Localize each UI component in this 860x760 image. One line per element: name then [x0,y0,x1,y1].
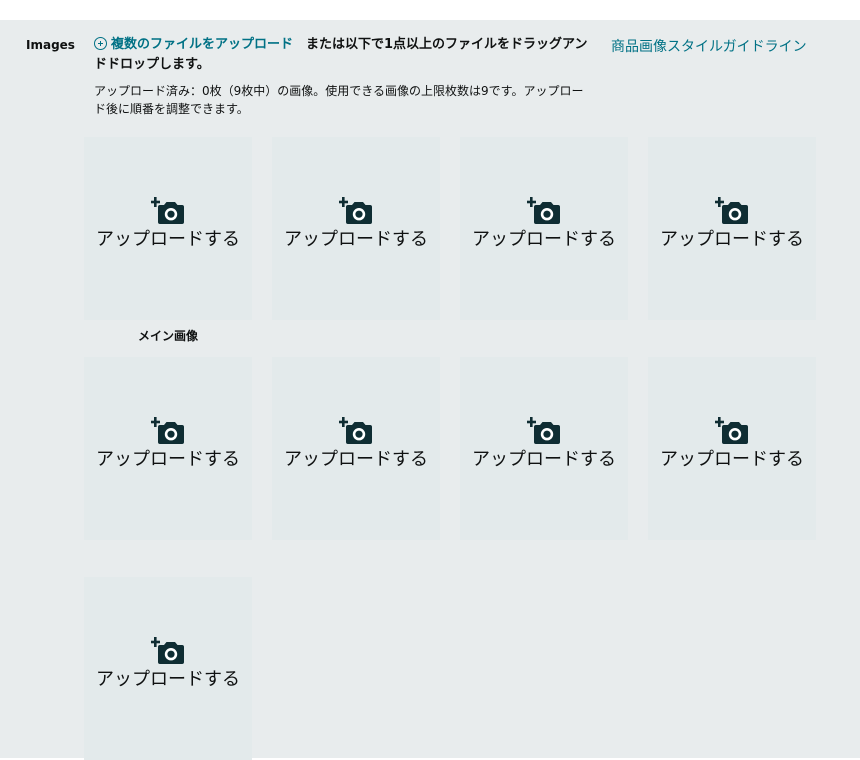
upload-slot-label: アップロードする [660,229,804,250]
section-label: Images [26,38,75,52]
add-photo-camera-icon [151,637,184,664]
add-photo-camera-icon [527,417,560,444]
image-upload-slot[interactable]: アップロードする [272,137,440,320]
upload-slot-label: アップロードする [96,229,240,250]
image-upload-slot[interactable]: アップロードする [460,137,628,320]
plus-circle-icon [94,37,107,50]
image-upload-slot[interactable]: アップロードする [648,137,816,320]
upload-slot-label: アップロードする [96,449,240,470]
add-photo-camera-icon [151,197,184,224]
upload-slot-label: アップロードする [96,669,240,690]
add-photo-camera-icon [527,197,560,224]
add-photo-camera-icon [715,417,748,444]
upload-status-text: アップロード済み：0枚（9枚中）の画像。使用できる画像の上限枚数は9です。アップ… [94,84,584,116]
upload-multiple-files-link[interactable]: 複数のファイルをアップロード [94,37,293,52]
upload-slot-label: アップロードする [472,229,616,250]
upload-instructions: 複数のファイルをアップロード または以下で1点以上のファイルをドラッグアンドドロ… [94,35,594,75]
image-upload-slot[interactable]: アップロードする [272,357,440,540]
image-upload-slot[interactable]: アップロードする [648,357,816,540]
image-upload-slot[interactable]: アップロードする [84,357,252,540]
add-photo-camera-icon [715,197,748,224]
style-guideline-link[interactable]: 商品画像スタイルガイドライン [611,36,807,56]
image-upload-slot[interactable]: アップロードする [460,357,628,540]
add-photo-camera-icon [339,417,372,444]
upload-link-label: 複数のファイルをアップロード [111,37,294,52]
add-photo-camera-icon [339,197,372,224]
upload-slot-label: アップロードする [284,229,428,250]
upload-slot-label: アップロードする [660,449,804,470]
image-upload-panel: Images 複数のファイルをアップロード または以下で1点以上のファイルをドラ… [0,20,860,760]
upload-slot-label: アップロードする [472,449,616,470]
image-upload-slot[interactable]: アップロードする [84,137,252,320]
add-photo-camera-icon [151,417,184,444]
image-upload-slot[interactable]: アップロードする [84,577,252,760]
upload-slot-label: アップロードする [284,449,428,470]
main-image-caption: メイン画像 [137,329,198,343]
